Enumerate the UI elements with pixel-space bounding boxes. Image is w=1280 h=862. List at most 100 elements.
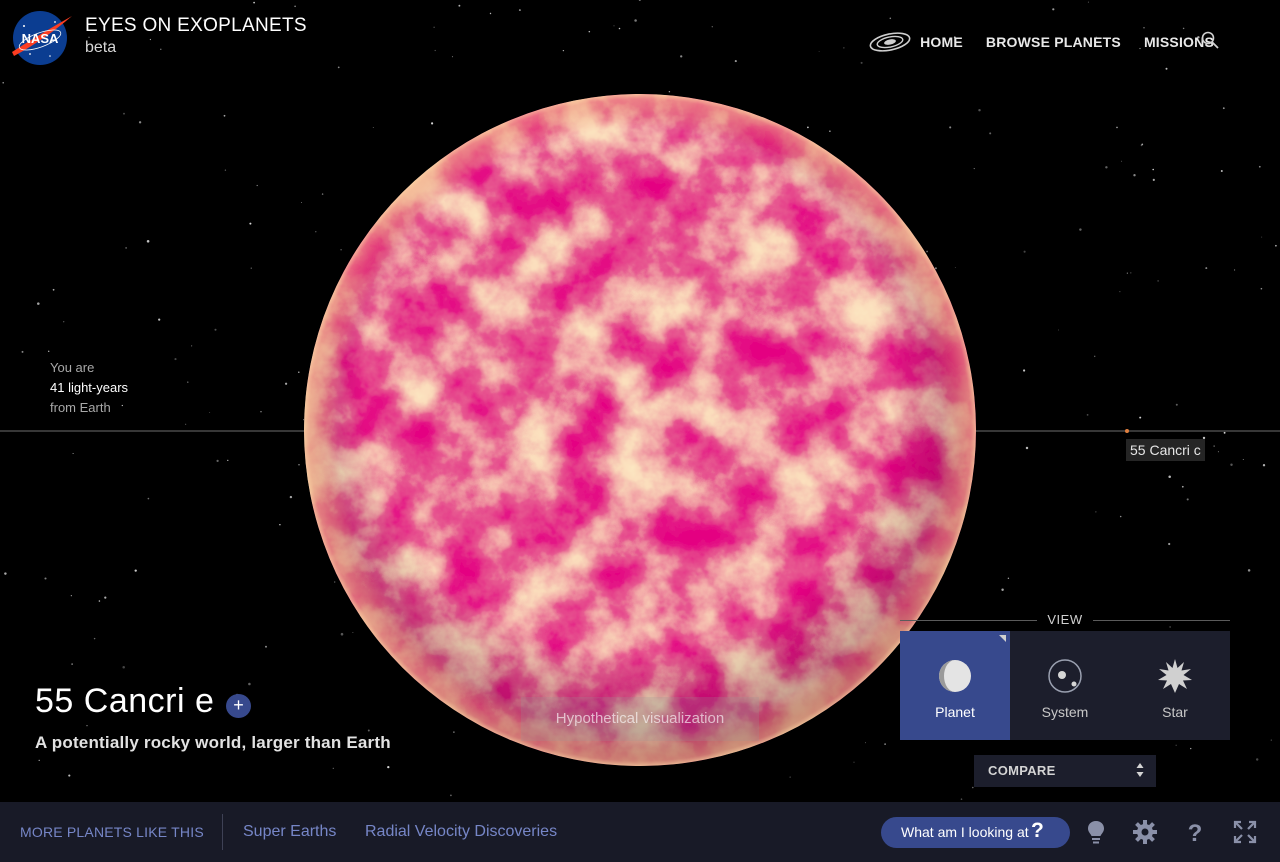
background-star: [47, 350, 50, 353]
what-am-i-looking-at-button[interactable]: What am I looking at ?: [881, 817, 1070, 848]
background-star: [989, 132, 992, 135]
background-star: [2, 81, 4, 84]
background-star: [340, 632, 344, 636]
compare-dropdown[interactable]: COMPARE: [974, 755, 1156, 787]
background-star: [1087, 1, 1089, 3]
background-star: [1052, 8, 1055, 11]
background-star: [38, 759, 40, 762]
background-star: [1262, 464, 1266, 467]
background-star: [1095, 511, 1097, 513]
background-star: [216, 459, 219, 463]
background-star: [613, 25, 615, 27]
background-star: [337, 66, 340, 69]
distance-line-1: You are: [50, 360, 95, 375]
background-star: [1157, 280, 1159, 282]
background-star: [978, 108, 981, 112]
help-icon[interactable]: ?: [1182, 819, 1208, 845]
background-star: [434, 49, 436, 52]
view-divider-right: [1093, 620, 1230, 621]
background-star: [279, 523, 281, 526]
lightbulb-icon[interactable]: [1083, 819, 1109, 845]
svg-text:?: ?: [1188, 820, 1203, 845]
background-star: [1234, 269, 1236, 271]
background-star: [829, 130, 831, 132]
background-star: [588, 30, 591, 33]
background-star: [1116, 126, 1118, 129]
nav-browse-planets[interactable]: BROWSE PLANETS: [986, 34, 1121, 50]
background-star: [1152, 168, 1155, 171]
link-radial-velocity-discoveries[interactable]: Radial Velocity Discoveries: [365, 823, 557, 841]
background-star: [711, 26, 713, 28]
background-star: [387, 765, 390, 769]
background-star: [1001, 588, 1004, 591]
add-planet-button[interactable]: +: [226, 694, 251, 718]
planet-sphere[interactable]: [304, 94, 976, 766]
background-star: [1141, 143, 1144, 146]
background-star: [4, 572, 7, 575]
background-star: [1247, 569, 1251, 572]
distance-line-3: from Earth: [50, 400, 111, 415]
background-star: [1086, 414, 1089, 416]
background-star: [332, 767, 334, 769]
background-star: [352, 632, 354, 633]
background-star: [1130, 272, 1132, 274]
background-star: [187, 381, 189, 383]
background-star: [265, 645, 267, 648]
background-star: [298, 371, 300, 374]
more-planets-label: MORE PLANETS LIKE THIS: [20, 824, 204, 840]
background-star: [1093, 355, 1096, 358]
background-star: [1105, 166, 1108, 169]
background-star: [21, 350, 24, 353]
background-star: [734, 60, 737, 63]
background-star: [301, 202, 303, 203]
background-star: [450, 794, 452, 797]
background-star: [865, 742, 866, 744]
background-star: [209, 411, 211, 413]
background-star: [1261, 236, 1263, 238]
background-star: [63, 321, 65, 323]
search-icon[interactable]: [1200, 30, 1220, 50]
background-star: [1126, 272, 1128, 274]
background-star: [146, 240, 150, 243]
background-star: [1270, 739, 1272, 741]
background-star: [1181, 485, 1184, 488]
background-star: [1152, 178, 1155, 181]
background-star: [518, 9, 521, 12]
background-star: [1139, 416, 1142, 419]
background-star: [1025, 446, 1029, 450]
background-star: [1119, 515, 1122, 518]
nav-home[interactable]: HOME: [920, 34, 963, 50]
background-star: [223, 114, 226, 117]
fullscreen-icon[interactable]: [1232, 819, 1258, 845]
link-super-earths[interactable]: Super Earths: [243, 823, 336, 841]
main-nav: HOME BROWSE PLANETS MISSIONS: [868, 31, 1214, 53]
background-star: [807, 126, 809, 129]
background-star: [260, 411, 262, 413]
bottom-bar: MORE PLANETS LIKE THIS Super Earths Radi…: [0, 802, 1280, 862]
dropdown-arrows-icon: [1136, 763, 1144, 777]
background-star: [1143, 27, 1145, 29]
background-star: [321, 193, 324, 195]
background-star: [1121, 160, 1123, 162]
background-star: [562, 49, 565, 52]
view-system-button[interactable]: System: [1010, 631, 1120, 740]
background-star: [224, 169, 227, 171]
background-star: [1255, 758, 1259, 761]
view-star-button[interactable]: Star: [1120, 631, 1230, 740]
nasa-logo[interactable]: NASA: [10, 10, 74, 66]
background-star: [44, 577, 47, 580]
background-star: [960, 798, 963, 800]
galaxy-icon[interactable]: [868, 31, 912, 53]
background-star: [926, 250, 928, 253]
settings-gear-icon[interactable]: [1132, 819, 1158, 845]
background-star: [860, 61, 863, 64]
view-planet-button[interactable]: Planet: [900, 631, 1010, 740]
background-star: [934, 267, 937, 270]
background-star: [122, 665, 125, 669]
background-star: [71, 663, 73, 665]
distance-readout: You are 41 light-years from Earth: [50, 358, 128, 418]
background-star: [1186, 498, 1189, 501]
planet-icon: [939, 660, 971, 692]
neighbor-planet-label[interactable]: 55 Cancri c: [1126, 439, 1205, 461]
app-title: EYES ON EXOPLANETS: [85, 15, 307, 36]
